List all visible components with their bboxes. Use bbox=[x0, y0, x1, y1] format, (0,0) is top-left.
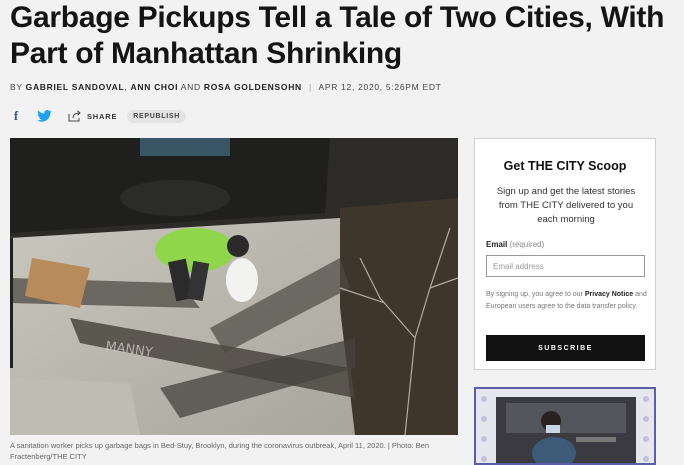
facebook-icon[interactable]: f bbox=[10, 108, 22, 123]
republish-button[interactable]: REPUBLISH bbox=[127, 109, 187, 123]
share-toolbar: f SHARE REPUBLISH bbox=[10, 108, 187, 124]
share-icon bbox=[68, 110, 82, 122]
byline-separator: , bbox=[124, 82, 128, 92]
byline-divider: | bbox=[308, 82, 312, 92]
newsletter-signup: Get THE CITY Scoop Sign up and get the l… bbox=[474, 138, 656, 370]
signup-legal: By signing up, you agree to our Privacy … bbox=[486, 289, 648, 312]
subscribe-button[interactable]: SUBSCRIBE bbox=[486, 335, 645, 361]
byline: BY GABRIEL SANDOVAL, ANN CHOI AND ROSA G… bbox=[10, 82, 442, 92]
email-label: Email (required) bbox=[486, 240, 544, 249]
author-link-2[interactable]: ANN CHOI bbox=[131, 82, 179, 92]
article-photo: MANNY bbox=[10, 138, 458, 435]
share-button[interactable]: SHARE bbox=[68, 110, 117, 122]
promo-photo bbox=[476, 389, 654, 463]
promo-image[interactable] bbox=[474, 387, 656, 465]
signup-title: Get THE CITY Scoop bbox=[503, 159, 627, 173]
author-link-1[interactable]: GABRIEL SANDOVAL bbox=[26, 82, 125, 92]
author-link-3[interactable]: ROSA GOLDENSOHN bbox=[204, 82, 302, 92]
share-label: SHARE bbox=[87, 111, 118, 121]
signup-description: Sign up and get the latest stories from … bbox=[496, 186, 636, 225]
photo-of-sanitation-worker: MANNY bbox=[10, 138, 458, 435]
legal-text-pre: By signing up, you agree to our bbox=[486, 291, 583, 298]
email-field[interactable] bbox=[486, 255, 645, 277]
byline-prefix: BY bbox=[10, 82, 23, 92]
privacy-notice-link[interactable]: Privacy Notice bbox=[585, 291, 633, 298]
byline-conjunction: AND bbox=[180, 82, 201, 92]
publish-date: APR 12, 2020, 5:26PM EDT bbox=[318, 82, 442, 92]
photo-caption: A sanitation worker picks up garbage bag… bbox=[10, 441, 430, 461]
twitter-icon[interactable] bbox=[36, 109, 52, 123]
article-headline: Garbage Pickups Tell a Tale of Two Citie… bbox=[10, 1, 665, 70]
email-required-note: (required) bbox=[509, 240, 545, 249]
email-label-text: Email bbox=[486, 240, 508, 249]
